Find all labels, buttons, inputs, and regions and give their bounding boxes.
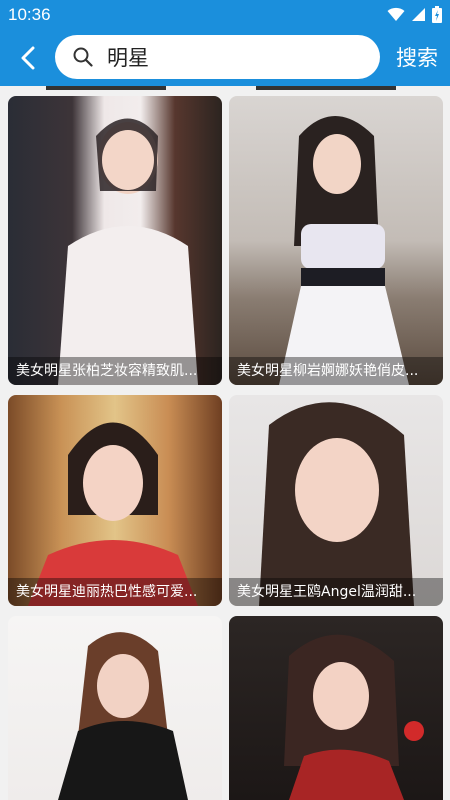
- result-card[interactable]: [8, 616, 222, 800]
- search-button[interactable]: 搜索: [396, 42, 438, 72]
- app-bar: 搜索: [0, 30, 450, 86]
- result-caption: 美女明星王鸥Angel温润甜...: [229, 578, 443, 606]
- search-input[interactable]: [107, 41, 367, 73]
- result-image: [229, 395, 443, 606]
- wifi-icon: [387, 7, 405, 21]
- back-arrow-icon: [21, 46, 35, 70]
- result-image: [229, 616, 443, 800]
- battery-icon: [432, 6, 442, 23]
- result-card[interactable]: 美女明星王鸥Angel温润甜...: [229, 395, 443, 606]
- back-button[interactable]: [12, 42, 44, 74]
- result-card[interactable]: [229, 616, 443, 800]
- search-icon: [73, 47, 93, 67]
- status-bar: 10:36: [0, 0, 450, 30]
- result-image: [8, 96, 222, 385]
- results-grid: 美女明星张柏芝妆容精致肌... 美女明星柳岩婀娜妖艳俏皮... 美女明星迪丽热巴…: [0, 86, 450, 800]
- status-icons: [387, 6, 442, 23]
- result-image: [8, 395, 222, 606]
- result-card[interactable]: 美女明星迪丽热巴性感可爱...: [8, 395, 222, 606]
- image-edge: [256, 86, 396, 90]
- image-edge: [46, 86, 166, 90]
- result-caption: 美女明星迪丽热巴性感可爱...: [8, 578, 222, 606]
- result-caption: 美女明星柳岩婀娜妖艳俏皮...: [229, 357, 443, 385]
- result-card[interactable]: 美女明星柳岩婀娜妖艳俏皮...: [229, 96, 443, 385]
- search-box[interactable]: [55, 35, 380, 79]
- result-caption: 美女明星张柏芝妆容精致肌...: [8, 357, 222, 385]
- result-card[interactable]: 美女明星张柏芝妆容精致肌...: [8, 96, 222, 385]
- cellular-icon: [412, 8, 425, 21]
- result-image: [8, 616, 222, 800]
- result-image: [229, 96, 443, 385]
- status-time: 10:36: [8, 5, 51, 24]
